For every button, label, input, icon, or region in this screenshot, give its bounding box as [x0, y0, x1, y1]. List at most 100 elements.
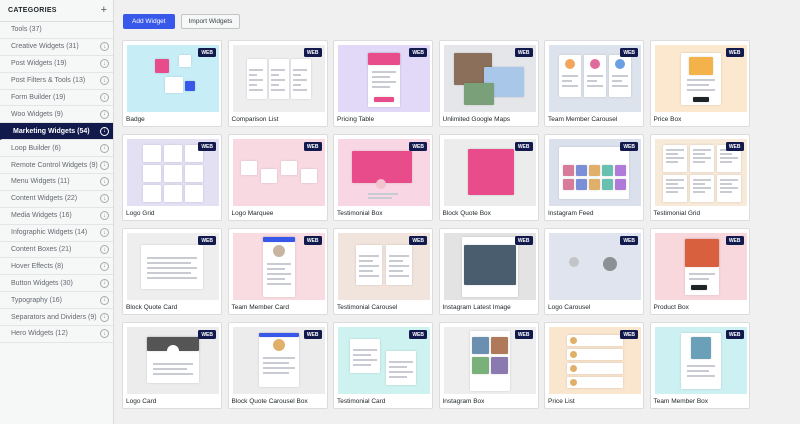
download-icon[interactable]: ↓ — [100, 93, 109, 102]
download-icon[interactable]: ↓ — [100, 143, 109, 153]
download-icon[interactable]: ↓ — [100, 194, 109, 204]
download-icon[interactable]: ↓ — [100, 261, 109, 271]
widget-card[interactable]: WEB Team Member Carousel — [544, 40, 644, 127]
category-item[interactable]: Menu Widgets (11) ↓ — [0, 174, 113, 191]
preview-shape — [686, 79, 715, 81]
preview-shape — [565, 59, 575, 69]
import-widgets-button[interactable]: Import Widgets — [180, 14, 241, 29]
preview-shape — [359, 270, 373, 272]
download-icon[interactable]: ↓ — [100, 312, 109, 322]
download-icon[interactable]: ↓ — [100, 245, 109, 255]
preview-shape — [185, 81, 195, 91]
category-item[interactable]: Remote Control Widgets (9) ↓ — [0, 157, 113, 175]
category-item[interactable]: Hover Effects (8) ↓ — [0, 258, 113, 276]
download-icon[interactable]: ↓ — [100, 76, 109, 86]
preview-shape — [389, 255, 409, 257]
category-item[interactable]: Media Widgets (16) ↓ — [0, 208, 113, 225]
download-icon[interactable]: ↓ — [100, 329, 109, 339]
widget-card[interactable]: WEB Logo Grid — [122, 134, 222, 221]
download-icon[interactable]: ↓ — [100, 177, 109, 187]
preview-shape — [147, 267, 197, 269]
widget-card[interactable]: WEB Block Quote Box — [438, 134, 539, 221]
category-item[interactable]: Loop Builder (6) ↓ — [0, 140, 113, 158]
widget-card[interactable]: WEB Logo Carousel — [544, 228, 644, 315]
add-widget-button[interactable]: Add Widget — [123, 14, 175, 29]
widget-card[interactable]: WEB Instagram Feed — [544, 134, 644, 221]
download-icon[interactable]: ↓ — [100, 42, 109, 52]
preview-shape — [563, 179, 574, 190]
category-list: Tools (37) Creative Widgets (31) ↓ Post Wid… — [0, 22, 113, 343]
preview-shape — [147, 262, 191, 264]
category-item[interactable]: Content Widgets (22) ↓ — [0, 191, 113, 208]
widget-card[interactable]: WEB Unlimited Google Maps — [438, 40, 539, 127]
widget-label: Price List — [548, 398, 575, 405]
category-item[interactable]: Tools (37) — [0, 22, 113, 39]
widget-card[interactable]: WEB Team Member Card — [227, 228, 328, 315]
download-icon[interactable]: ↓ — [100, 295, 109, 305]
preview-shape — [262, 362, 289, 364]
preview-shape — [570, 337, 577, 344]
category-item[interactable]: Separators and Dividers (9) ↓ — [0, 309, 113, 327]
widget-card[interactable]: WEB Team Member Box — [649, 322, 750, 409]
category-item[interactable]: Post Filters & Tools (13) ↓ — [0, 73, 113, 90]
preview-shape — [368, 193, 398, 195]
widget-card[interactable]: WEB Badge — [122, 40, 222, 127]
category-label: Infographic Widgets (14) — [11, 229, 88, 237]
web-badge: WEB — [725, 142, 744, 151]
download-icon[interactable]: ↓ — [100, 228, 109, 238]
category-item[interactable]: Infographic Widgets (14) ↓ — [0, 225, 113, 242]
preview-shape — [692, 153, 705, 155]
widget-card[interactable]: WEB Block Quote Carousel Box — [227, 322, 328, 409]
download-icon[interactable]: ↓ — [100, 126, 109, 136]
preview-shape — [686, 370, 709, 372]
preview-shape — [179, 55, 191, 67]
add-category-icon[interactable]: + — [101, 5, 107, 16]
download-icon[interactable]: ↓ — [100, 59, 109, 69]
widget-label: Price Box — [653, 116, 682, 123]
web-badge: WEB — [198, 48, 216, 57]
preview-shape — [463, 83, 494, 105]
download-icon[interactable]: ↓ — [100, 211, 109, 221]
widget-card[interactable]: WEB Instagram Latest Image — [438, 228, 539, 315]
widget-card[interactable]: WEB Testimonial Grid — [649, 134, 750, 221]
widget-card[interactable]: WEB Comparison List — [227, 40, 328, 127]
category-label: Post Widgets (19) — [11, 60, 67, 68]
widget-label: Block Quote Box — [442, 210, 491, 217]
preview-shape — [587, 75, 603, 77]
widgets-main: Add Widget Import Widgets WEB Badge WEB Com… — [114, 0, 800, 424]
widget-card[interactable]: WEB Price List — [544, 322, 644, 409]
category-item[interactable]: Hero Widgets (12) ↓ — [0, 326, 113, 343]
download-icon[interactable]: ↓ — [100, 109, 109, 119]
category-item[interactable]: Typography (16) ↓ — [0, 292, 113, 310]
widget-card[interactable]: WEB Testimonial Card — [333, 322, 433, 409]
widget-card[interactable]: WEB Product Box — [649, 228, 750, 315]
widget-card[interactable]: WEB Testimonial Carousel — [333, 228, 433, 315]
download-icon[interactable]: ↓ — [100, 278, 109, 288]
category-item[interactable]: Woo Widgets (9) ↓ — [0, 106, 113, 124]
preview-shape — [589, 165, 600, 176]
category-label: Creative Widgets (31) — [11, 43, 79, 51]
category-item[interactable]: Marketing Widgets (54) ↓ — [0, 123, 113, 141]
download-icon[interactable]: ↓ — [100, 160, 109, 170]
preview-shape — [266, 273, 291, 275]
preview-shape — [270, 89, 285, 91]
widget-card[interactable]: WEB Logo Card — [122, 322, 222, 409]
widget-card[interactable]: WEB Price Box — [649, 40, 750, 127]
category-item[interactable]: Post Widgets (19) ↓ — [0, 56, 113, 73]
category-label: Post Filters & Tools (13) — [11, 77, 86, 85]
preview-shape — [353, 354, 371, 356]
widget-card[interactable]: WEB Testimonial Box — [333, 134, 433, 221]
category-item[interactable]: Button Widgets (30) ↓ — [0, 275, 113, 293]
widget-card[interactable]: WEB Logo Marquee — [227, 134, 328, 221]
preview-shape — [353, 359, 377, 361]
category-item[interactable]: Creative Widgets (31) ↓ — [0, 39, 113, 56]
preview-shape — [562, 85, 578, 87]
widget-card[interactable]: WEB Block Quote Card — [122, 228, 222, 315]
widget-card[interactable]: WEB Instagram Box — [438, 322, 539, 409]
web-badge: WEB — [198, 330, 216, 339]
widget-card[interactable]: WEB Pricing Table — [333, 40, 433, 127]
preview-shape — [262, 372, 289, 374]
web-badge: WEB — [514, 236, 533, 245]
category-item[interactable]: Form Builder (19) ↓ — [0, 90, 113, 107]
category-item[interactable]: Content Boxes (21) ↓ — [0, 242, 113, 259]
